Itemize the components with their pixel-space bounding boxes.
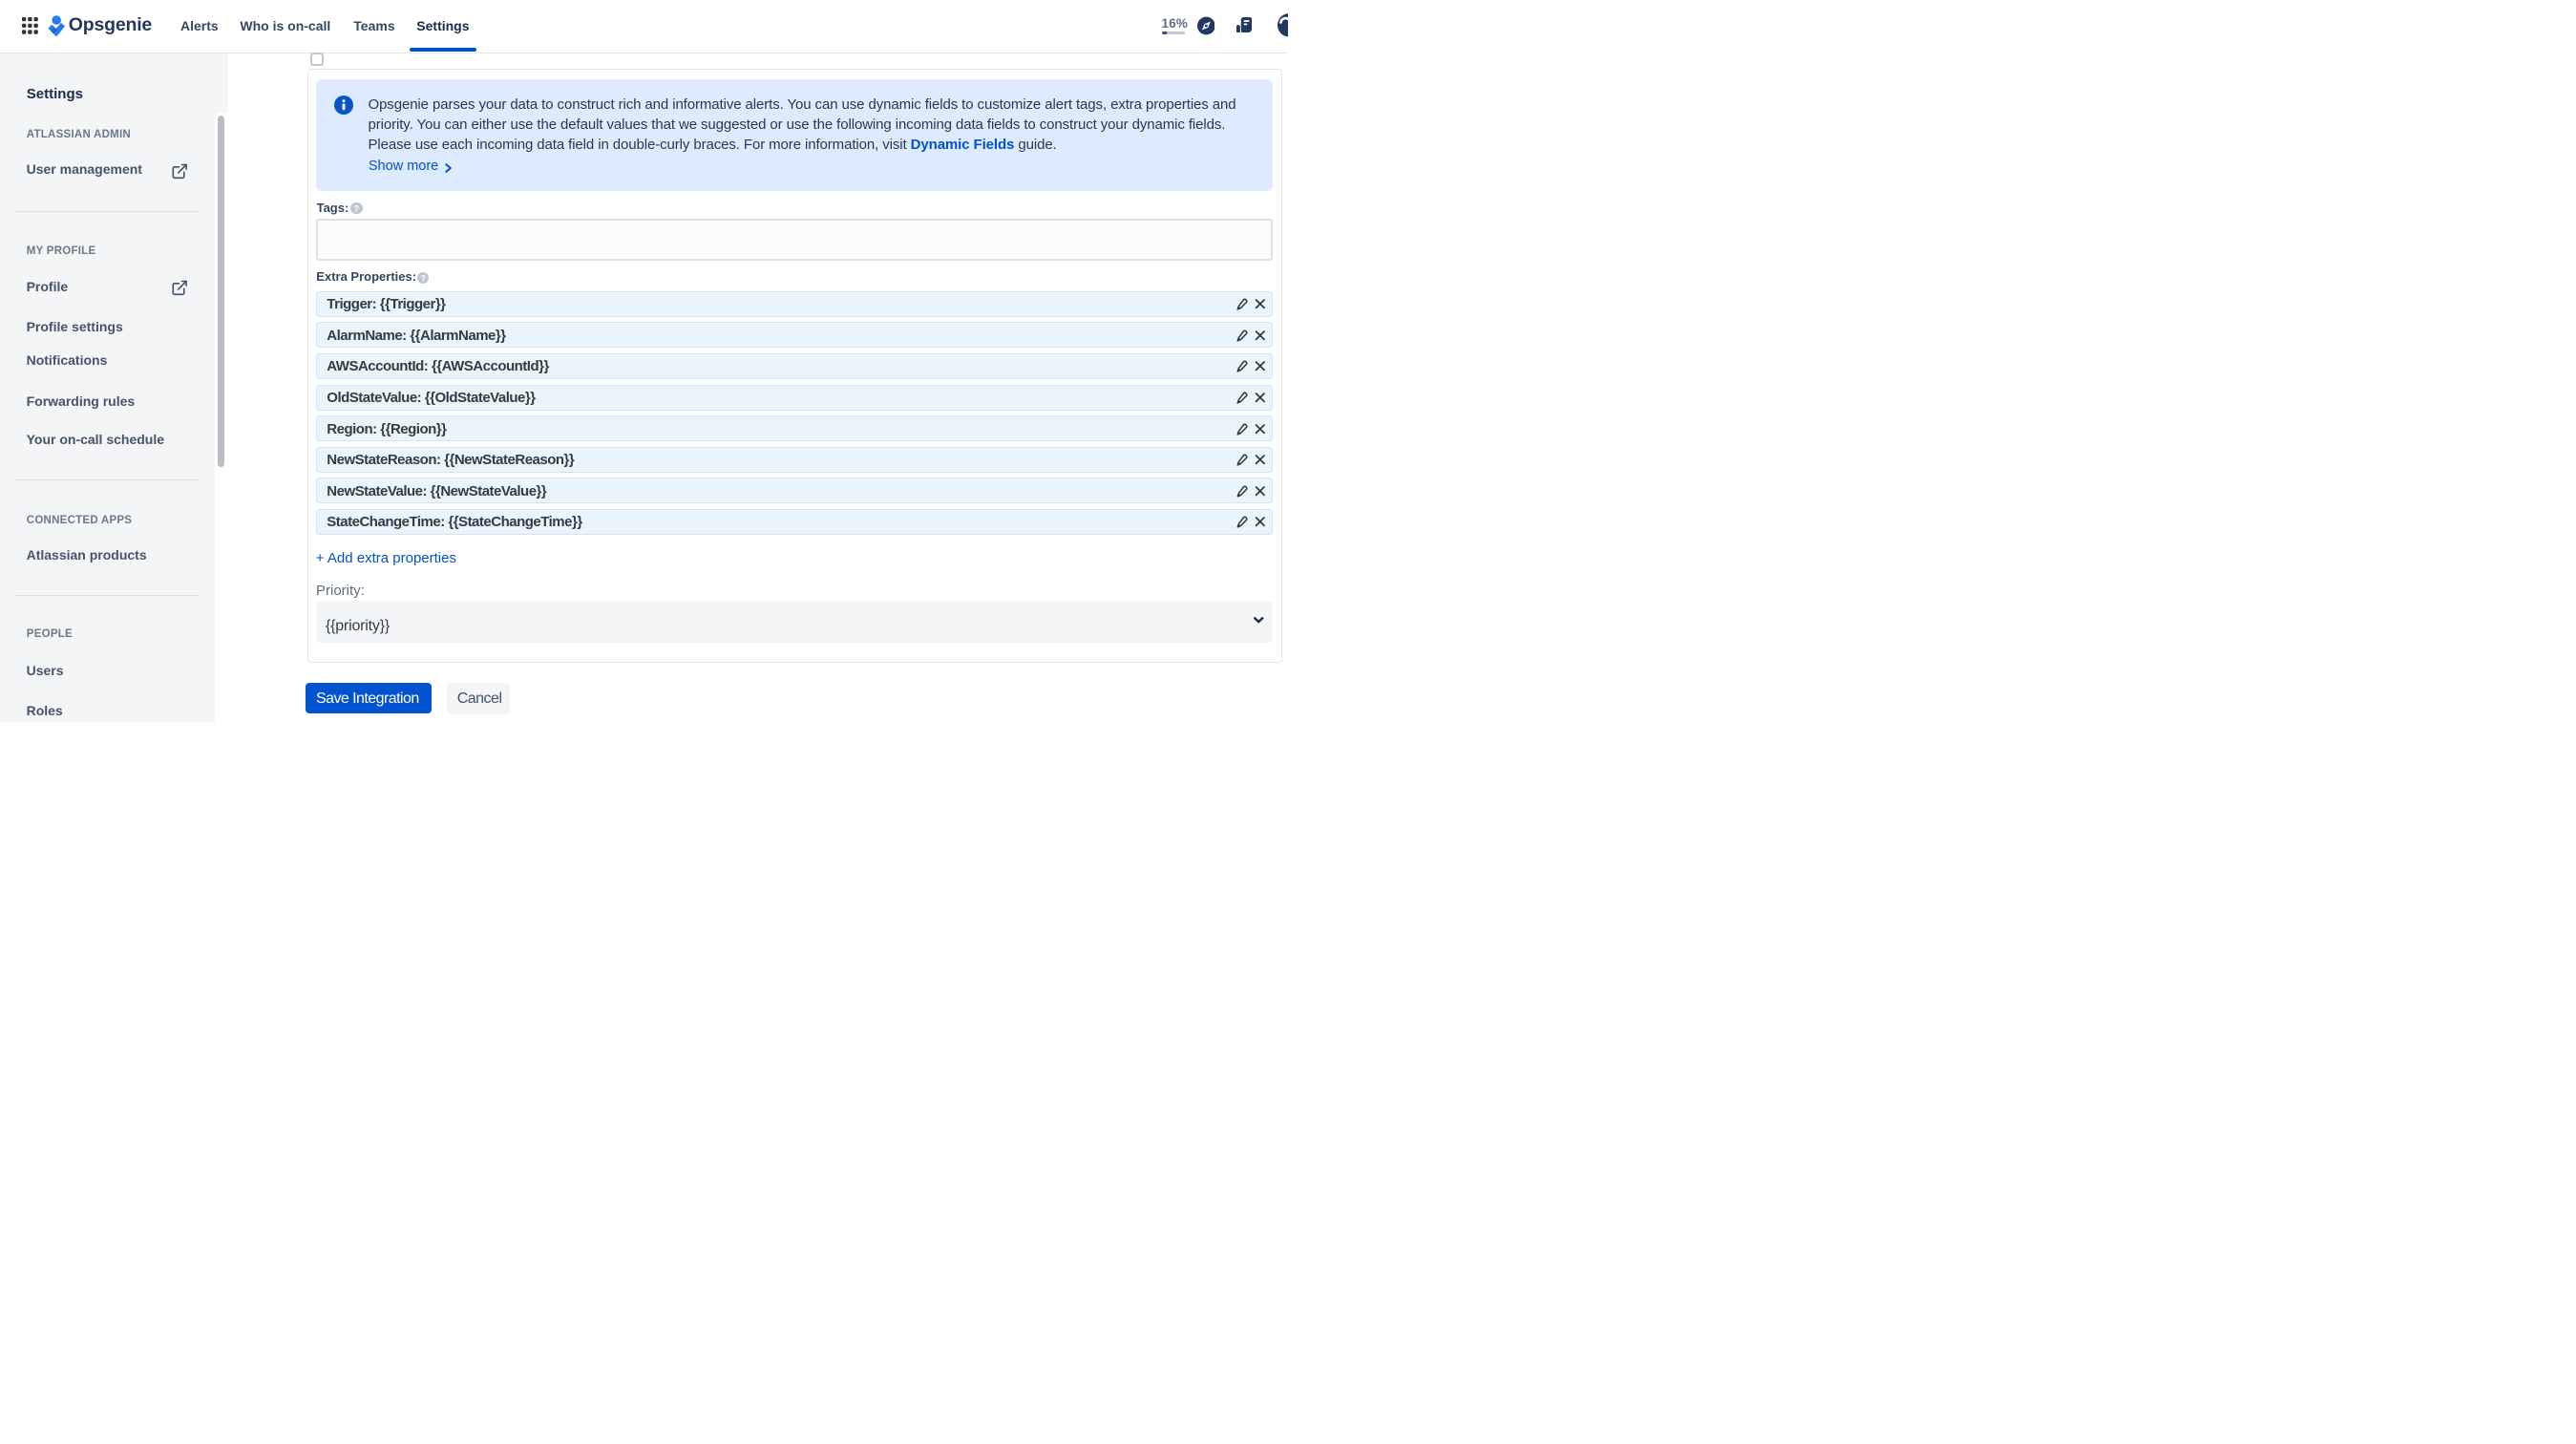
svg-text:?: ? (354, 203, 359, 213)
svg-text:?: ? (420, 273, 425, 283)
